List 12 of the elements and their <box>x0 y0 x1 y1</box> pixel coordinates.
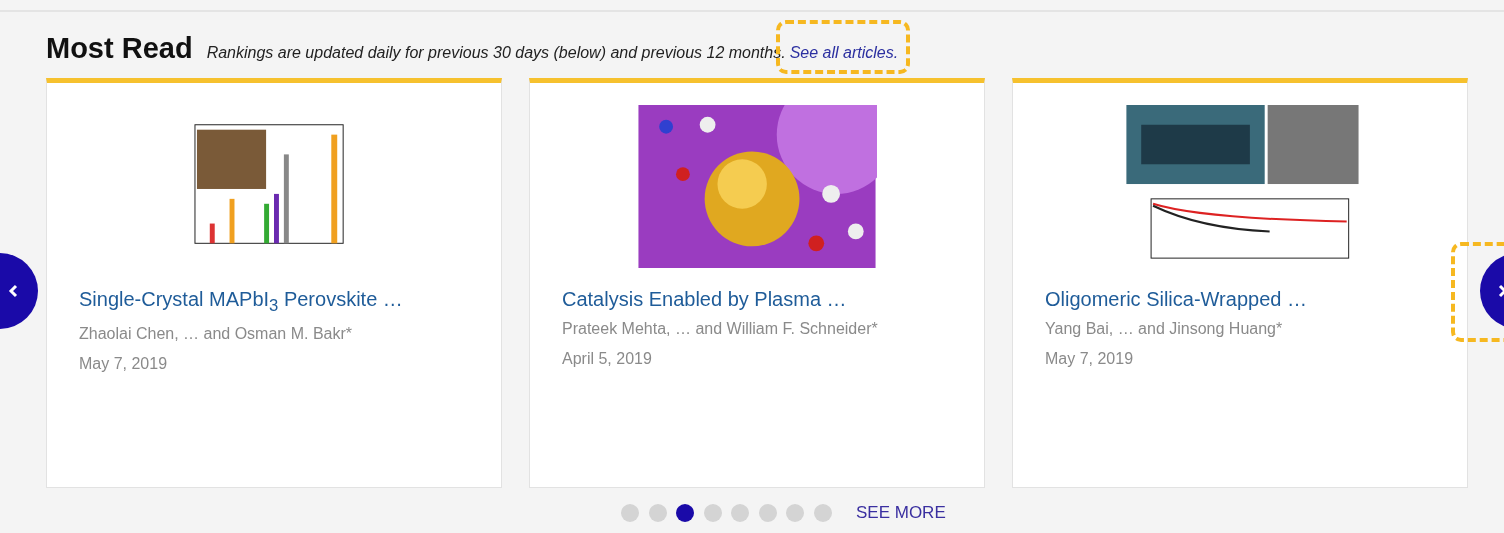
article-title[interactable]: Catalysis Enabled by Plasma … <box>562 288 847 311</box>
article-date: May 7, 2019 <box>1045 350 1134 368</box>
article-authors: Prateek Mehta, … and William F. Schneider* <box>562 320 878 338</box>
see-all-link[interactable]: See all articles. <box>789 44 899 61</box>
article-date: April 5, 2019 <box>562 350 652 368</box>
see-more-link[interactable]: SEE MORE <box>856 503 946 523</box>
article-title[interactable]: Single-Crystal MAPbI$_{3}$ Perovskite … <box>79 288 403 316</box>
article-date: May 7, 2019 <box>79 355 168 373</box>
section-title: Most Read <box>46 32 193 65</box>
article-authors: Zhaolai Chen, … and Osman M. Bakr* <box>79 325 352 343</box>
article-authors: Yang Bai, … and Jinsong Huang* <box>1045 320 1283 338</box>
article-title[interactable]: Oligomeric Silica-Wrapped … <box>1045 288 1307 311</box>
